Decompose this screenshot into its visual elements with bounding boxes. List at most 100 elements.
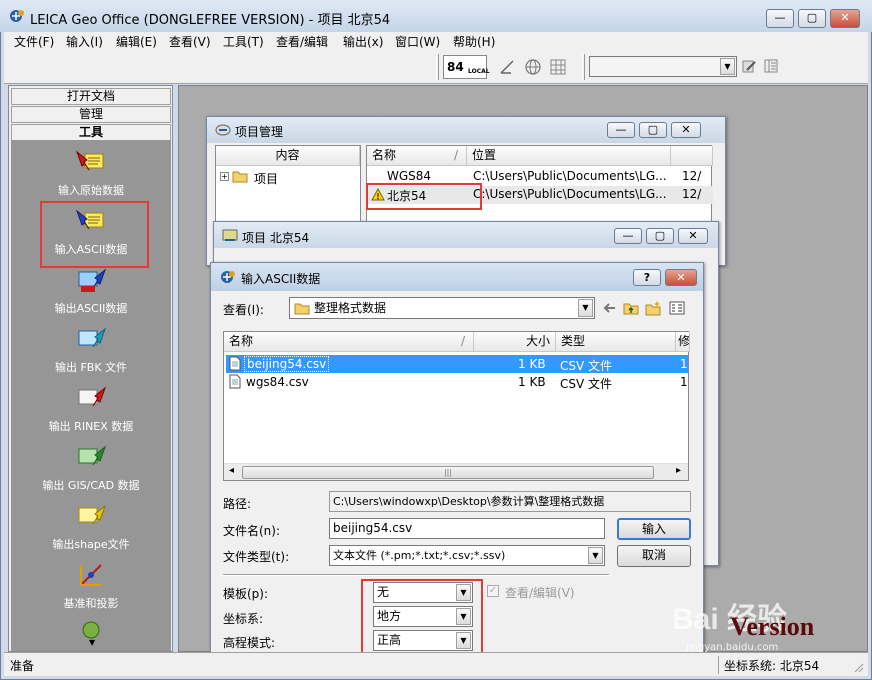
menu-window[interactable]: 窗口(W) (395, 33, 440, 50)
back-arrow-icon[interactable] (601, 300, 617, 316)
badge-number: 84 (447, 60, 464, 74)
row-beijing54-date: 12/ (682, 187, 702, 201)
menu-help[interactable]: 帮助(H) (453, 33, 495, 50)
tool-export-rinex[interactable]: 输出 RINEX 数据 (11, 418, 171, 434)
dialog-help-button[interactable]: ? (633, 269, 661, 286)
scroll-thumb[interactable]: ||| (242, 466, 654, 479)
lookin-combo[interactable]: 整理格式数据 ▼ (289, 297, 595, 319)
menu-file[interactable]: 文件(F) (14, 33, 54, 50)
minimize-button[interactable]: — (766, 9, 794, 28)
filetype-combo[interactable]: 文本文件 (*.pm;*.txt;*.csv;*.ssv) ▼ (329, 545, 605, 566)
import-button[interactable]: 输入 (617, 518, 691, 540)
tool-export-gis-cad[interactable]: 输出 GIS/CAD 数据 (11, 477, 171, 493)
view-menu-icon[interactable] (669, 300, 685, 316)
path-label: 路径: (223, 497, 252, 511)
maximize-button[interactable]: ▢ (798, 9, 826, 28)
dialog-close-button[interactable]: ✕ (665, 269, 697, 286)
file-wgs84-name[interactable]: wgs84.csv (246, 375, 309, 389)
import-ascii-dialog: 输入ASCII数据 ? ✕ 查看(I): 整理格式数据 ▼ 名称 / 大小 类型… (210, 262, 704, 664)
tab-tools[interactable]: 工具 (11, 124, 171, 141)
new-folder-icon[interactable] (645, 300, 661, 316)
pw-maximize-button[interactable]: ▢ (646, 228, 674, 244)
menu-view[interactable]: 查看(V) (169, 33, 211, 50)
row-wgs84-date: 12/ (682, 169, 702, 183)
tool-export-shape[interactable]: 输出shape文件 (11, 536, 171, 552)
file-beijing54-name[interactable]: beijing54.csv (244, 356, 330, 372)
scroll-down-indicator[interactable]: ▼ (89, 638, 95, 647)
menu-export[interactable]: 输出(x) (343, 33, 383, 50)
globe-icon[interactable] (524, 58, 542, 76)
chevron-down-icon[interactable]: ▼ (588, 547, 603, 564)
export-gis-cad-icon[interactable] (75, 441, 107, 473)
vector-icon[interactable] (498, 58, 516, 76)
chevron-down-icon[interactable]: ▼ (720, 58, 735, 75)
panel-icon[interactable] (763, 58, 779, 74)
next-tool-icon[interactable] (75, 618, 107, 640)
file-col-name[interactable]: 名称 / (224, 332, 474, 352)
chevron-down-icon[interactable]: ▼ (578, 299, 593, 317)
horizontal-scrollbar[interactable]: ◂ ||| ▸ (224, 463, 688, 480)
row-wgs84-name[interactable]: WGS84 (387, 169, 431, 183)
app-titlebar: LEICA Geo Office (DONGLEFREE VERSION) - … (0, 0, 872, 32)
coord-system-badge[interactable]: 84 LOCAL (443, 55, 490, 79)
scroll-left-icon[interactable]: ◂ (229, 465, 234, 476)
col-name-header[interactable]: 名称 / (367, 146, 467, 166)
export-fbk-icon[interactable] (75, 323, 107, 355)
tree-expander-icon[interactable]: + (220, 172, 229, 181)
grid-icon[interactable] (549, 58, 567, 76)
menu-import[interactable]: 输入(I) (66, 33, 103, 50)
pm-maximize-button[interactable]: ▢ (639, 122, 667, 138)
toolbar: 84 LOCAL ▼ (4, 50, 868, 84)
path-value-box: C:\Users\windowxp\Desktop\参数计算\整理格式数据 (329, 491, 691, 512)
export-rinex-icon[interactable] (75, 382, 107, 414)
menu-tools[interactable]: 工具(T) (223, 33, 264, 50)
template-label: 模板(p): (223, 587, 269, 601)
view-edit-label: 查看/编辑(V) (505, 586, 575, 600)
menu-edit[interactable]: 编辑(E) (116, 33, 157, 50)
up-folder-icon[interactable] (623, 300, 639, 316)
resize-grip-icon[interactable] (852, 661, 864, 673)
project-window-titlebar: 项目 北京54 — ▢ ✕ (214, 222, 718, 248)
highlight-import-ascii (40, 201, 149, 268)
toolbar-combo[interactable]: ▼ (589, 56, 737, 77)
path-value: C:\Users\windowxp\Desktop\参数计算\整理格式数据 (333, 495, 605, 508)
project-window-icon (222, 227, 238, 243)
file-col-type[interactable]: 类型 (556, 332, 676, 352)
import-raw-data-icon[interactable] (75, 146, 107, 178)
filetype-label: 文件类型(t): (223, 550, 290, 564)
tool-export-ascii[interactable]: 输出ASCII数据 (11, 300, 171, 316)
tab-open-document[interactable]: 打开文档 (11, 88, 171, 105)
col-date-header[interactable] (671, 146, 713, 166)
tab-manage[interactable]: 管理 (11, 106, 171, 123)
export-shape-icon[interactable] (75, 500, 107, 532)
tool-datum-projection[interactable]: 基准和投影 (11, 595, 171, 611)
menu-view-edit[interactable]: 查看/编辑 (276, 33, 328, 50)
status-divider (718, 656, 719, 674)
height-mode-label: 高程模式: (223, 636, 276, 650)
export-ascii-icon[interactable] (75, 264, 107, 296)
filename-input[interactable]: beijing54.csv (329, 518, 605, 539)
pw-minimize-button[interactable]: — (614, 228, 642, 244)
dialog-app-icon (220, 270, 236, 284)
toolbar-grip-2 (582, 54, 585, 80)
file-col-modified[interactable]: 修 (676, 332, 690, 352)
scroll-right-icon[interactable]: ▸ (676, 465, 681, 476)
tree-item-project[interactable]: 项目 (254, 170, 278, 187)
close-button[interactable]: ✕ (830, 9, 860, 28)
tool-import-raw-data[interactable]: 输入原始数据 (11, 182, 171, 198)
datum-projection-icon[interactable] (75, 559, 107, 591)
lookin-value: 整理格式数据 (314, 301, 387, 315)
edit-icon[interactable] (741, 58, 757, 74)
pm-close-button[interactable]: ✕ (671, 122, 701, 138)
view-edit-checkbox[interactable]: ✓ (487, 585, 499, 597)
col-location-header[interactable]: 位置 (467, 146, 671, 166)
pm-minimize-button[interactable]: — (607, 122, 635, 138)
tool-export-fbk[interactable]: 输出 FBK 文件 (11, 359, 171, 375)
menu-bar: 文件(F) 输入(I) 编辑(E) 查看(V) 工具(T) 查看/编辑 输出(x… (4, 32, 868, 50)
file-wgs84-type: CSV 文件 (560, 377, 613, 391)
pw-close-button[interactable]: ✕ (678, 228, 708, 244)
file-col-size[interactable]: 大小 (474, 332, 556, 352)
cancel-button[interactable]: 取消 (617, 545, 691, 567)
folder-icon (232, 169, 248, 183)
row-beijing54-location: C:\Users\Public\Documents\LG... (473, 187, 667, 201)
